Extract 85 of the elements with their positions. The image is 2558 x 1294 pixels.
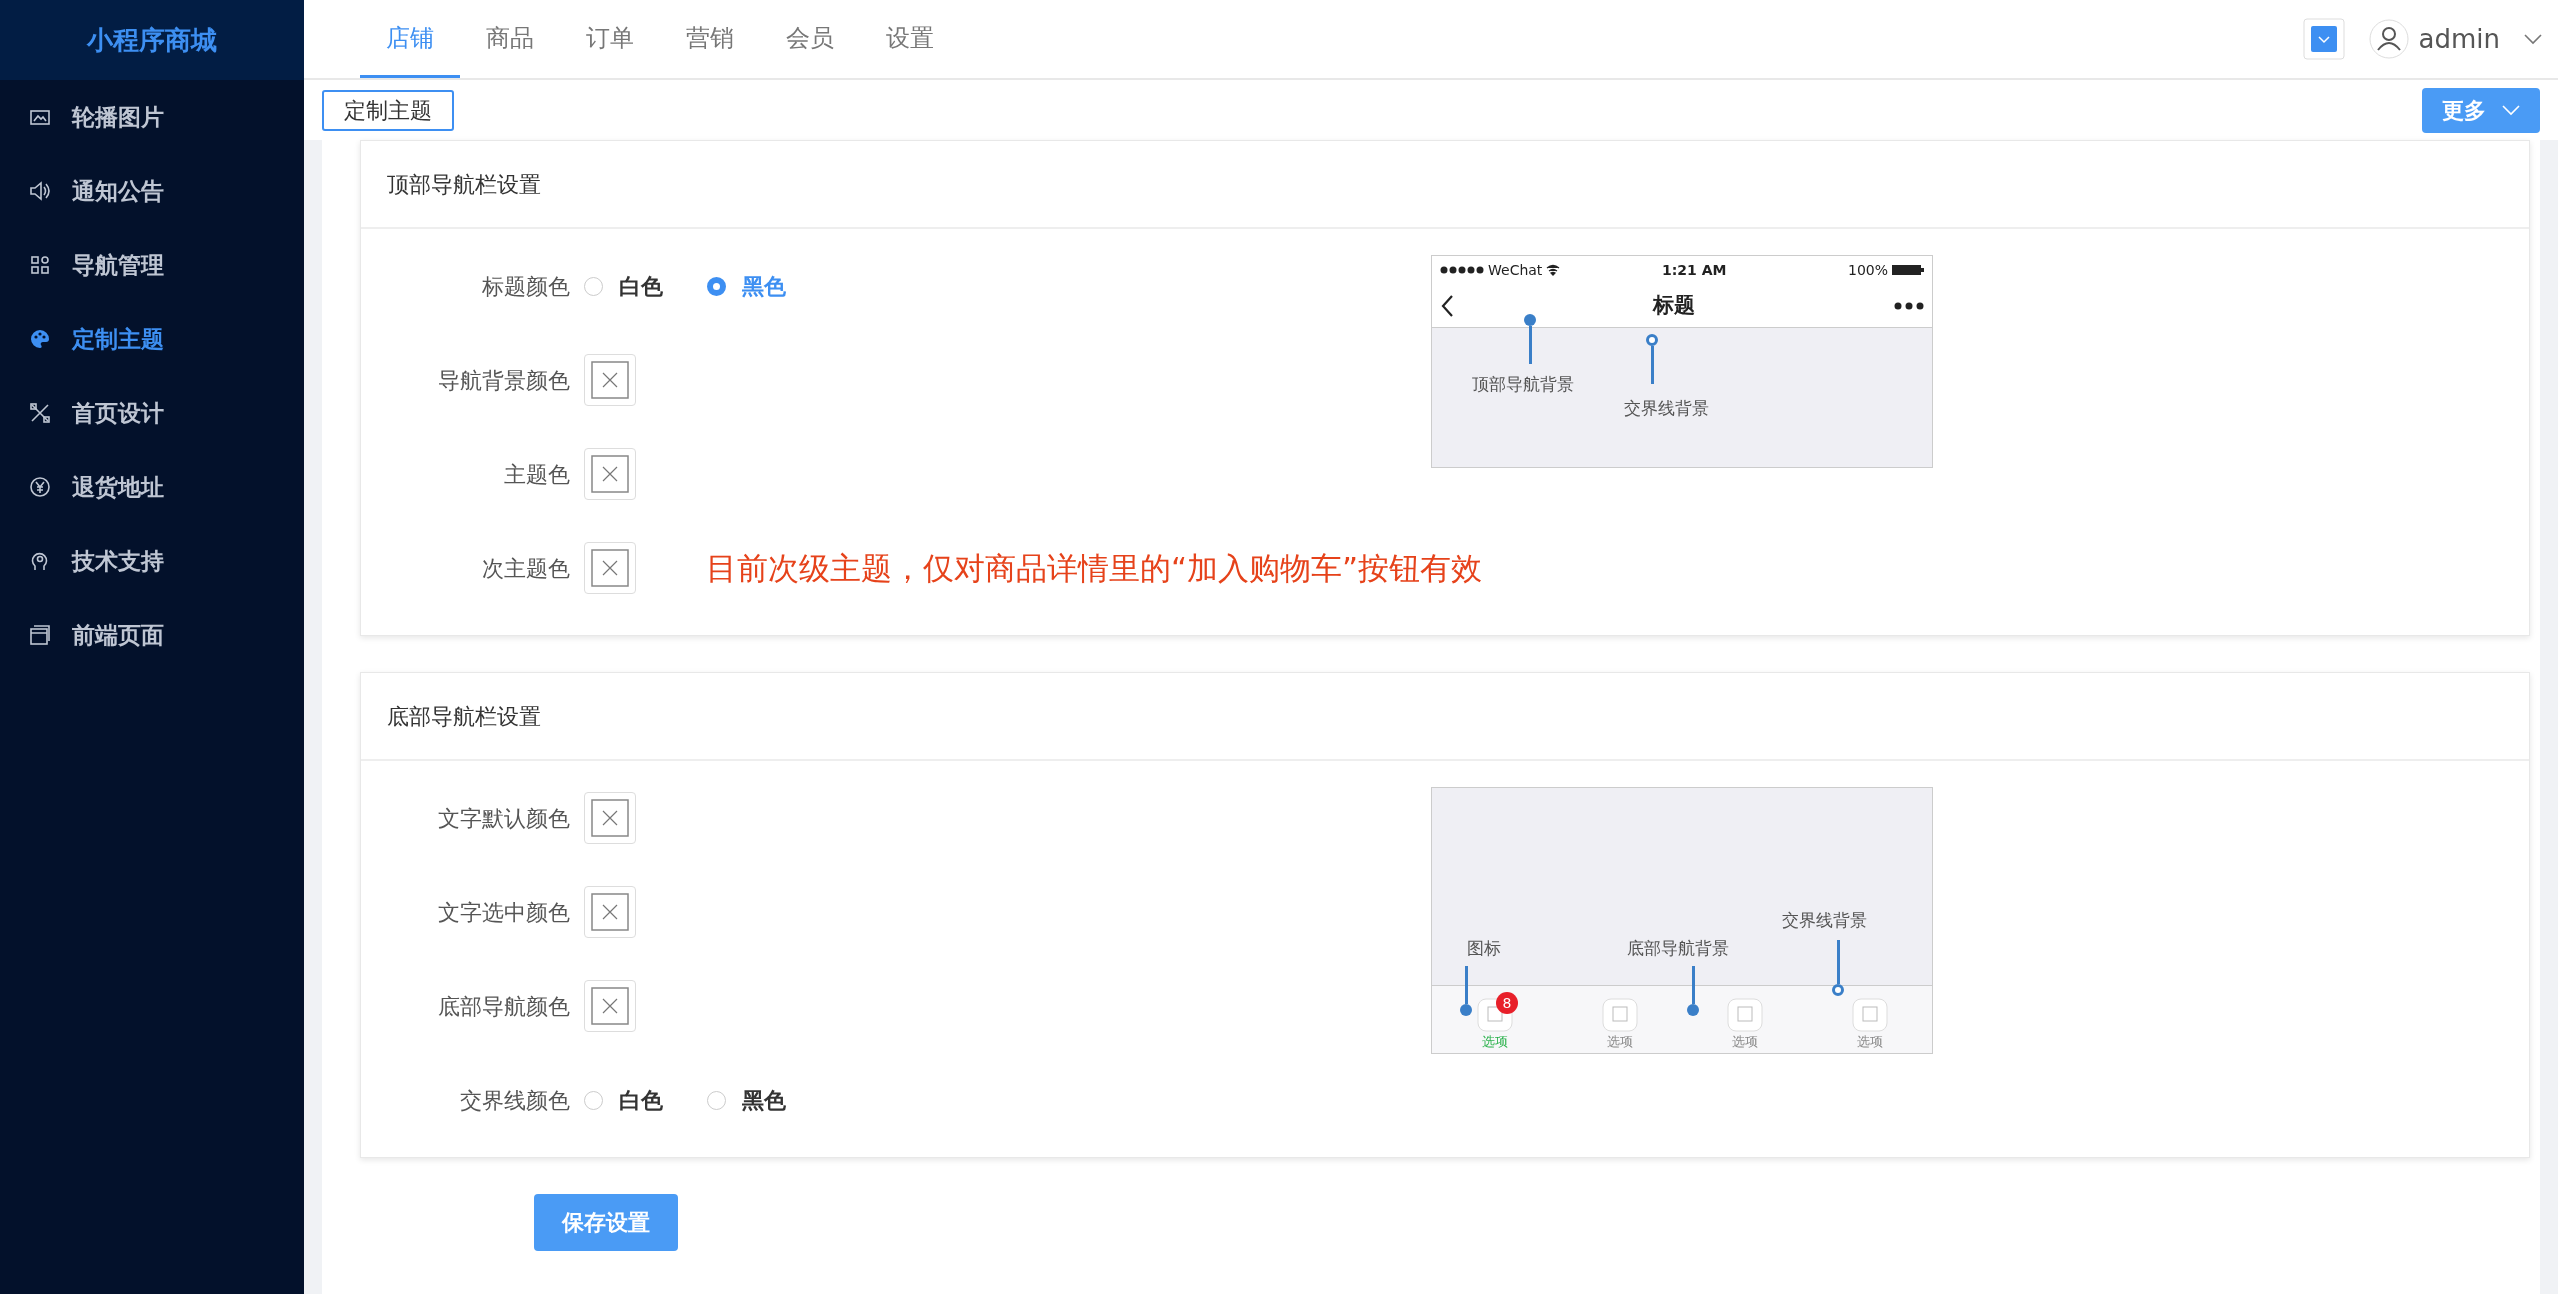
sidebar-item[interactable]: 前端页面 (0, 598, 304, 672)
section-title: 底部导航栏设置 (361, 673, 2529, 761)
field-label: 底部导航颜色 (437, 992, 571, 1021)
speaker-icon (28, 179, 52, 203)
tab-label: 选项 (1856, 1032, 1883, 1051)
field-label: 次主题色 (481, 554, 571, 583)
annotation-label: 底部导航背景 (1627, 937, 1729, 960)
dropdown-icon (2302, 18, 2345, 60)
field-label: 文字默认颜色 (437, 804, 571, 833)
battery-icon (1892, 264, 1924, 276)
tab-square-icon (1601, 997, 1638, 1032)
radio-option[interactable]: 白色 (584, 1083, 663, 1117)
field-label: 文字选中颜色 (437, 898, 571, 927)
option-label: 黑色 (742, 1086, 786, 1115)
status-time: 1:21 AM (1662, 260, 1727, 280)
annotation-label: 顶部导航背景 (1472, 373, 1574, 396)
radio-option[interactable]: 白色 (584, 269, 663, 303)
note-text: 目前次级主题，仅对商品详情里的“加入购物车”按钮有效 (706, 548, 1483, 588)
tab-square-icon (1726, 997, 1763, 1032)
window-icon (28, 623, 52, 647)
leader-line (1687, 966, 1699, 1016)
tab-label: 选项 (1606, 1032, 1633, 1051)
empty-color-icon (591, 893, 629, 931)
brand-title: 小程序商城 (0, 0, 304, 80)
field-label: 标题颜色 (481, 272, 571, 301)
back-chevron-icon (1440, 293, 1454, 318)
sidebar-item[interactable]: 定制主题 (0, 302, 304, 376)
palette-icon (28, 327, 52, 351)
empty-color-icon (591, 799, 629, 837)
option-label: 黑色 (742, 272, 786, 301)
radio-button[interactable] (584, 276, 603, 296)
tab-label: 选项 (1731, 1032, 1758, 1051)
nav-tab[interactable]: 商品 (460, 0, 560, 78)
signal-icon (1440, 266, 1484, 274)
tab-square-icon (1851, 997, 1888, 1032)
color-picker[interactable] (584, 792, 636, 844)
chevron-down-icon (2524, 33, 2542, 45)
radio-button[interactable] (707, 1090, 726, 1110)
empty-color-icon (591, 549, 629, 587)
annotation-label: 交界线背景 (1624, 397, 1709, 420)
option-label: 白色 (619, 1086, 663, 1115)
nav-title: 标题 (1653, 291, 1695, 319)
sidebar-item[interactable]: 技术支持 (0, 524, 304, 598)
nav-tab[interactable]: 设置 (860, 0, 960, 78)
field-label: 导航背景颜色 (437, 366, 571, 395)
option-label: 白色 (619, 272, 663, 301)
sidebar-item[interactable]: 导航管理 (0, 228, 304, 302)
radio-button[interactable] (707, 276, 726, 296)
more-dots-icon (1894, 301, 1924, 310)
leader-line (1460, 966, 1472, 1016)
color-picker[interactable] (584, 980, 636, 1032)
field-label: 交界线颜色 (459, 1086, 571, 1115)
nav-tab[interactable]: 营销 (660, 0, 760, 78)
color-picker[interactable] (584, 886, 636, 938)
battery-percent: 100% (1847, 260, 1888, 280)
annotation-label: 图标 (1467, 937, 1501, 960)
page-tab[interactable]: 定制主题 (322, 89, 454, 131)
grid-icon (28, 253, 52, 277)
user-name[interactable]: admin (2418, 19, 2500, 59)
sidebar-item[interactable]: 通知公告 (0, 154, 304, 228)
annotation-label: 交界线背景 (1782, 909, 1867, 932)
leader-line (1646, 334, 1658, 384)
chevron-down-icon (2502, 104, 2520, 116)
sidebar-item[interactable]: 轮播图片 (0, 80, 304, 154)
radio-button[interactable] (584, 1090, 603, 1110)
tools-icon (28, 401, 52, 425)
wifi-icon (1546, 264, 1561, 276)
empty-color-icon (591, 987, 629, 1025)
color-picker[interactable] (584, 354, 636, 406)
tab-label: 选项 (1481, 1032, 1508, 1051)
carrier-text: WeChat (1488, 260, 1543, 280)
nav-tab[interactable]: 会员 (760, 0, 860, 78)
leader-line (1524, 314, 1536, 364)
radio-option[interactable]: 黑色 (707, 1083, 786, 1117)
empty-color-icon (591, 455, 629, 493)
color-picker[interactable] (584, 448, 636, 500)
color-picker[interactable] (584, 542, 636, 594)
section-title: 顶部导航栏设置 (361, 141, 2529, 229)
sidebar-item[interactable]: 退货地址 (0, 450, 304, 524)
nav-tab[interactable]: 订单 (560, 0, 660, 78)
avatar-icon (2368, 19, 2409, 59)
sidebar-item[interactable]: 首页设计 (0, 376, 304, 450)
field-label: 主题色 (503, 460, 571, 489)
yen-icon (28, 475, 52, 499)
empty-color-icon (591, 361, 629, 399)
